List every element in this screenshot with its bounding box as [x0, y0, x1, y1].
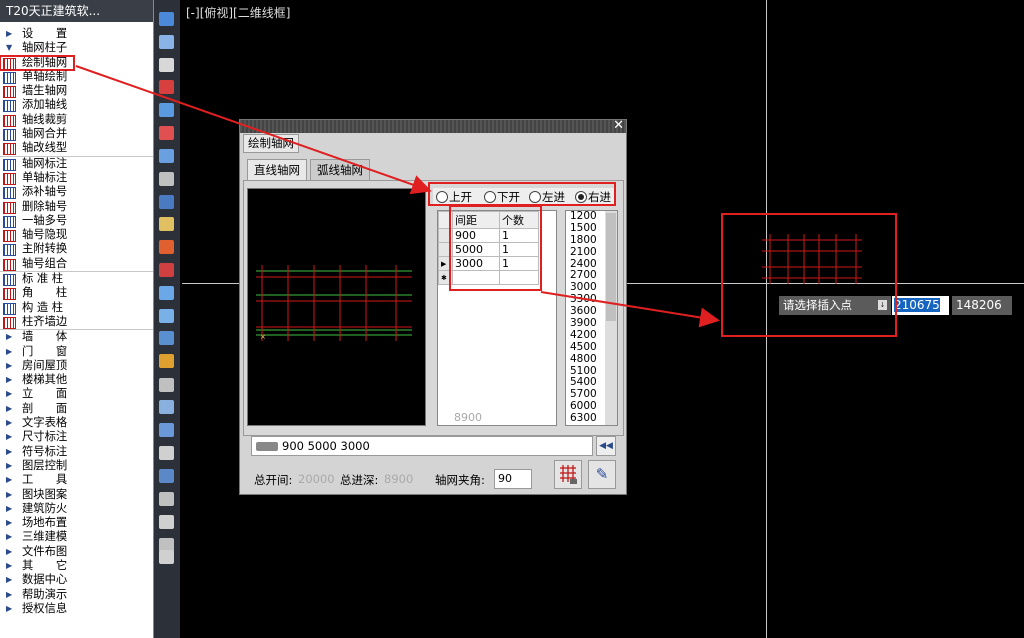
annotation-overlay: [75, 65, 720, 328]
